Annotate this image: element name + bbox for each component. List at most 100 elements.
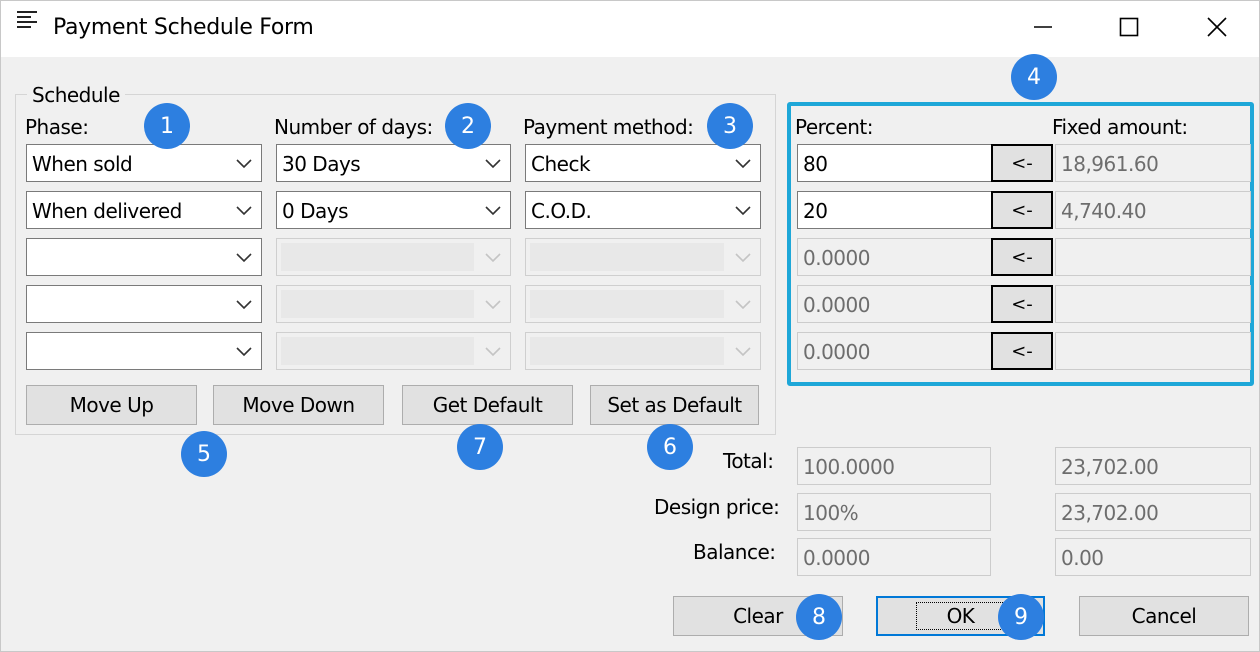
minimize-button[interactable] [1013, 1, 1073, 53]
fixed-amount-field-1: 18,961.60 [1055, 144, 1251, 182]
set-as-default-button[interactable]: Set as Default [590, 385, 759, 425]
phase-select-5[interactable] [26, 332, 262, 370]
phase-select-4[interactable] [26, 285, 262, 323]
method-select-4 [525, 285, 761, 323]
callout-badge-8: 8 [796, 594, 842, 640]
fixed-amount-field-5 [1055, 332, 1251, 370]
design-price-label: Design price: [654, 495, 780, 519]
phase-select-value: When delivered [32, 199, 182, 223]
move-down-button[interactable]: Move Down [213, 385, 384, 425]
maximize-icon [1119, 17, 1139, 37]
fixed-amount-field-3 [1055, 238, 1251, 276]
total-percent-value: 100.0000 [803, 455, 895, 479]
apply-fixed-button-3[interactable]: <- [991, 238, 1053, 276]
get-default-button[interactable]: Get Default [402, 385, 573, 425]
chevron-down-icon [735, 159, 751, 169]
design-percent-value: 100% [803, 501, 859, 525]
callout-badge-1: 1 [144, 103, 190, 149]
chevron-down-icon [485, 206, 501, 216]
percent-input-1[interactable]: 80 [797, 144, 993, 182]
phase-select-3[interactable] [26, 238, 262, 276]
form-icon [17, 11, 37, 33]
chevron-down-icon [485, 347, 501, 357]
apply-fixed-button-1[interactable]: <- [991, 144, 1053, 182]
chevron-down-icon [485, 253, 501, 263]
percent-input-5: 0.0000 [797, 332, 993, 370]
callout-badge-5: 5 [181, 431, 227, 477]
callout-badge-6: 6 [647, 424, 693, 470]
percent-value: 20 [803, 199, 828, 223]
method-header: Payment method: [523, 115, 694, 139]
apply-fixed-button-2[interactable]: <- [991, 191, 1053, 229]
fixed-amount-field-2: 4,740.40 [1055, 191, 1251, 229]
percent-value: 0.0000 [803, 246, 870, 270]
phase-header: Phase: [25, 115, 89, 139]
percent-input-2[interactable]: 20 [797, 191, 993, 229]
callout-badge-4: 4 [1011, 54, 1057, 100]
balance-label: Balance: [693, 540, 776, 564]
apply-fixed-button-5[interactable]: <- [991, 332, 1053, 370]
apply-fixed-button-4[interactable]: <- [991, 285, 1053, 323]
fixed-amount-value: 4,740.40 [1061, 199, 1147, 223]
maximize-button[interactable] [1099, 1, 1159, 53]
chevron-down-icon [735, 253, 751, 263]
design-price-percent-field: 100% [797, 493, 991, 531]
phase-select-value: When sold [32, 152, 133, 176]
callout-badge-2: 2 [445, 103, 491, 149]
design-amount-value: 23,702.00 [1061, 501, 1159, 525]
total-percent-field: 100.0000 [797, 447, 991, 485]
design-price-amount-field: 23,702.00 [1055, 493, 1251, 531]
days-select-value: 30 Days [282, 152, 361, 176]
balance-percent-value: 0.0000 [803, 546, 870, 570]
chevron-down-icon [236, 253, 252, 263]
ok-button-label: OK [915, 602, 1006, 630]
chevron-down-icon [485, 300, 501, 310]
schedule-group-label: Schedule [27, 83, 125, 107]
percent-header: Percent: [795, 115, 874, 139]
percent-input-4: 0.0000 [797, 285, 993, 323]
days-select-4 [276, 285, 511, 323]
total-label: Total: [723, 449, 774, 473]
method-select-value: C.O.D. [531, 199, 592, 223]
chevron-down-icon [735, 206, 751, 216]
fixed-amount-field-4 [1055, 285, 1251, 323]
balance-amount-value: 0.00 [1061, 546, 1104, 570]
cancel-button[interactable]: Cancel [1079, 596, 1249, 636]
minimize-icon [1034, 26, 1052, 28]
chevron-down-icon [735, 347, 751, 357]
total-amount-value: 23,702.00 [1061, 455, 1159, 479]
chevron-down-icon [236, 159, 252, 169]
phase-select-1[interactable]: When sold [26, 144, 262, 182]
method-select-1[interactable]: Check [525, 144, 761, 182]
percent-value: 80 [803, 152, 828, 176]
method-select-3 [525, 238, 761, 276]
method-select-5 [525, 332, 761, 370]
balance-amount-field: 0.00 [1055, 538, 1251, 576]
move-up-button[interactable]: Move Up [26, 385, 197, 425]
phase-select-2[interactable]: When delivered [26, 191, 262, 229]
days-select-2[interactable]: 0 Days [276, 191, 511, 229]
chevron-down-icon [485, 159, 501, 169]
callout-badge-9: 9 [998, 594, 1044, 640]
percent-value: 0.0000 [803, 293, 870, 317]
window-title: Payment Schedule Form [53, 15, 314, 40]
chevron-down-icon [735, 300, 751, 310]
days-select-1[interactable]: 30 Days [276, 144, 511, 182]
percent-value: 0.0000 [803, 340, 870, 364]
chevron-down-icon [236, 347, 252, 357]
fixed-amount-header: Fixed amount: [1052, 115, 1188, 139]
days-select-5 [276, 332, 511, 370]
callout-badge-7: 7 [457, 424, 503, 470]
title-bar: Payment Schedule Form [1, 1, 1259, 57]
balance-percent-field: 0.0000 [797, 538, 991, 576]
chevron-down-icon [236, 300, 252, 310]
total-amount-field: 23,702.00 [1055, 447, 1251, 485]
fixed-amount-value: 18,961.60 [1061, 152, 1159, 176]
days-select-value: 0 Days [282, 199, 349, 223]
close-icon [1207, 17, 1227, 37]
method-select-2[interactable]: C.O.D. [525, 191, 761, 229]
close-button[interactable] [1187, 1, 1247, 53]
days-select-3 [276, 238, 511, 276]
chevron-down-icon [236, 206, 252, 216]
callout-badge-3: 3 [707, 103, 753, 149]
